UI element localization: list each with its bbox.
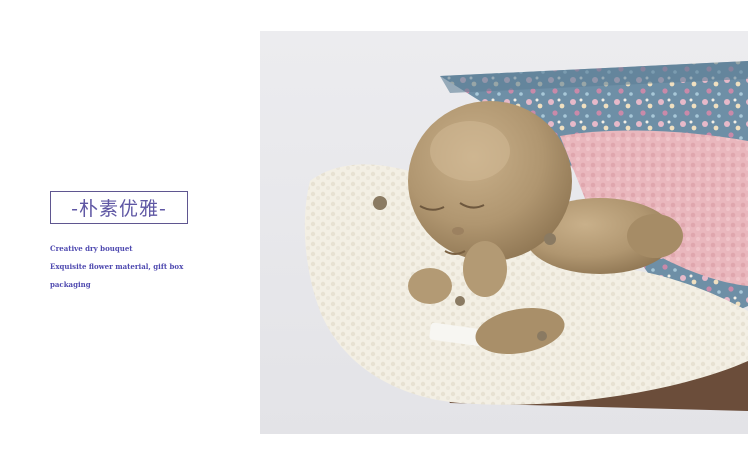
product-title-box: -朴素优雅-: [50, 191, 188, 224]
description-line-1: Creative dry bouquet: [50, 244, 133, 253]
description-line-2: Exquisite flower material, gift box: [50, 262, 184, 271]
product-photo: [260, 31, 748, 434]
product-title: -朴素优雅-: [71, 198, 167, 220]
description-line-3: packaging: [50, 280, 91, 289]
